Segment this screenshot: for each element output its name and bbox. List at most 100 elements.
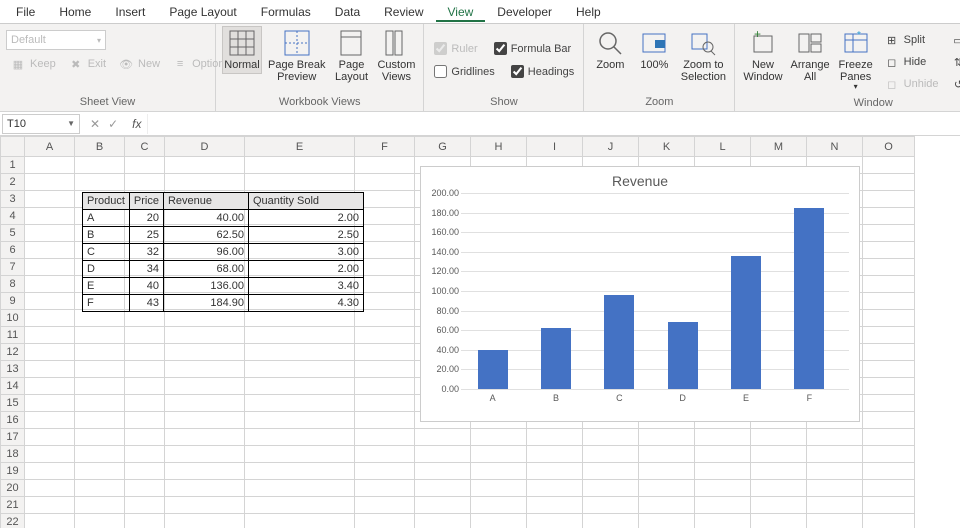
row-header-19[interactable]: 19 — [1, 463, 25, 480]
cell-H20[interactable] — [471, 480, 527, 497]
cell-D11[interactable] — [165, 327, 245, 344]
normal-view-button[interactable]: Normal — [222, 26, 262, 74]
cell-E19[interactable] — [245, 463, 355, 480]
cell-D22[interactable] — [165, 514, 245, 528]
cell-F1[interactable] — [355, 157, 415, 174]
cell-L21[interactable] — [695, 497, 751, 514]
cell-O16[interactable] — [863, 412, 915, 429]
table-cell[interactable]: 68.00 — [163, 261, 248, 278]
cell-F14[interactable] — [355, 378, 415, 395]
row-header-15[interactable]: 15 — [1, 395, 25, 412]
cell-A13[interactable] — [25, 361, 75, 378]
cell-D20[interactable] — [165, 480, 245, 497]
select-all-corner[interactable] — [1, 137, 25, 157]
cell-H21[interactable] — [471, 497, 527, 514]
cell-E10[interactable] — [245, 310, 355, 327]
col-header-M[interactable]: M — [751, 137, 807, 157]
cell-K21[interactable] — [639, 497, 695, 514]
cell-F22[interactable] — [355, 514, 415, 528]
col-header-L[interactable]: L — [695, 137, 751, 157]
cell-F18[interactable] — [355, 446, 415, 463]
cell-O17[interactable] — [863, 429, 915, 446]
cell-J18[interactable] — [583, 446, 639, 463]
col-header-A[interactable]: A — [25, 137, 75, 157]
cell-N20[interactable] — [807, 480, 863, 497]
cell-M18[interactable] — [751, 446, 807, 463]
cell-A3[interactable] — [25, 191, 75, 208]
cell-O15[interactable] — [863, 395, 915, 412]
zoom-button[interactable]: Zoom — [590, 26, 630, 74]
cell-B16[interactable] — [75, 412, 125, 429]
table-cell[interactable]: F — [83, 295, 130, 312]
gridlines-checkbox[interactable]: Gridlines — [430, 63, 498, 80]
cell-D12[interactable] — [165, 344, 245, 361]
table-cell[interactable]: A — [83, 210, 130, 227]
chart-bar-A[interactable] — [478, 350, 508, 389]
table-cell[interactable]: C — [83, 244, 130, 261]
cell-G21[interactable] — [415, 497, 471, 514]
col-header-D[interactable]: D — [165, 137, 245, 157]
cell-J17[interactable] — [583, 429, 639, 446]
row-header-11[interactable]: 11 — [1, 327, 25, 344]
col-header-E[interactable]: E — [245, 137, 355, 157]
row-header-5[interactable]: 5 — [1, 225, 25, 242]
col-header-I[interactable]: I — [527, 137, 583, 157]
cell-M19[interactable] — [751, 463, 807, 480]
cell-C13[interactable] — [125, 361, 165, 378]
cell-K17[interactable] — [639, 429, 695, 446]
cell-B2[interactable] — [75, 174, 125, 191]
formula-input[interactable] — [147, 114, 960, 134]
cell-D16[interactable] — [165, 412, 245, 429]
new-view-button[interactable]: 👁New — [114, 54, 164, 74]
menu-help[interactable]: Help — [564, 2, 613, 22]
table-cell[interactable]: B — [83, 227, 130, 244]
cell-O3[interactable] — [863, 191, 915, 208]
cell-B17[interactable] — [75, 429, 125, 446]
name-box[interactable]: T10 ▼ — [2, 114, 80, 134]
cell-A11[interactable] — [25, 327, 75, 344]
cell-E20[interactable] — [245, 480, 355, 497]
cell-C2[interactable] — [125, 174, 165, 191]
confirm-formula-icon[interactable]: ✓ — [108, 117, 118, 131]
cell-L18[interactable] — [695, 446, 751, 463]
cell-A15[interactable] — [25, 395, 75, 412]
cell-H19[interactable] — [471, 463, 527, 480]
cell-E17[interactable] — [245, 429, 355, 446]
cell-J19[interactable] — [583, 463, 639, 480]
cell-C12[interactable] — [125, 344, 165, 361]
cell-D13[interactable] — [165, 361, 245, 378]
cell-L22[interactable] — [695, 514, 751, 528]
col-header-C[interactable]: C — [125, 137, 165, 157]
cell-L20[interactable] — [695, 480, 751, 497]
table-cell[interactable]: 34 — [129, 261, 163, 278]
cell-M17[interactable] — [751, 429, 807, 446]
spreadsheet-grid[interactable]: ABCDEFGHIJKLMNO1234567891011121314151617… — [0, 136, 960, 528]
cell-H18[interactable] — [471, 446, 527, 463]
cell-C15[interactable] — [125, 395, 165, 412]
cell-A18[interactable] — [25, 446, 75, 463]
row-header-9[interactable]: 9 — [1, 293, 25, 310]
cell-C17[interactable] — [125, 429, 165, 446]
cell-D2[interactable] — [165, 174, 245, 191]
cell-A10[interactable] — [25, 310, 75, 327]
cell-A6[interactable] — [25, 242, 75, 259]
cell-A19[interactable] — [25, 463, 75, 480]
cancel-formula-icon[interactable]: ✕ — [90, 117, 100, 131]
cell-F11[interactable] — [355, 327, 415, 344]
cell-K22[interactable] — [639, 514, 695, 528]
table-header[interactable]: Price — [129, 193, 163, 210]
menu-formulas[interactable]: Formulas — [249, 2, 323, 22]
cell-M21[interactable] — [751, 497, 807, 514]
menu-page-layout[interactable]: Page Layout — [157, 2, 248, 22]
cell-O12[interactable] — [863, 344, 915, 361]
cell-B11[interactable] — [75, 327, 125, 344]
cell-B1[interactable] — [75, 157, 125, 174]
fx-icon[interactable]: fx — [126, 117, 147, 131]
exit-button[interactable]: ✖Exit — [64, 54, 110, 74]
table-cell[interactable]: 4.30 — [248, 295, 363, 312]
menu-data[interactable]: Data — [323, 2, 372, 22]
col-header-N[interactable]: N — [807, 137, 863, 157]
cell-O2[interactable] — [863, 174, 915, 191]
cell-A7[interactable] — [25, 259, 75, 276]
row-header-8[interactable]: 8 — [1, 276, 25, 293]
